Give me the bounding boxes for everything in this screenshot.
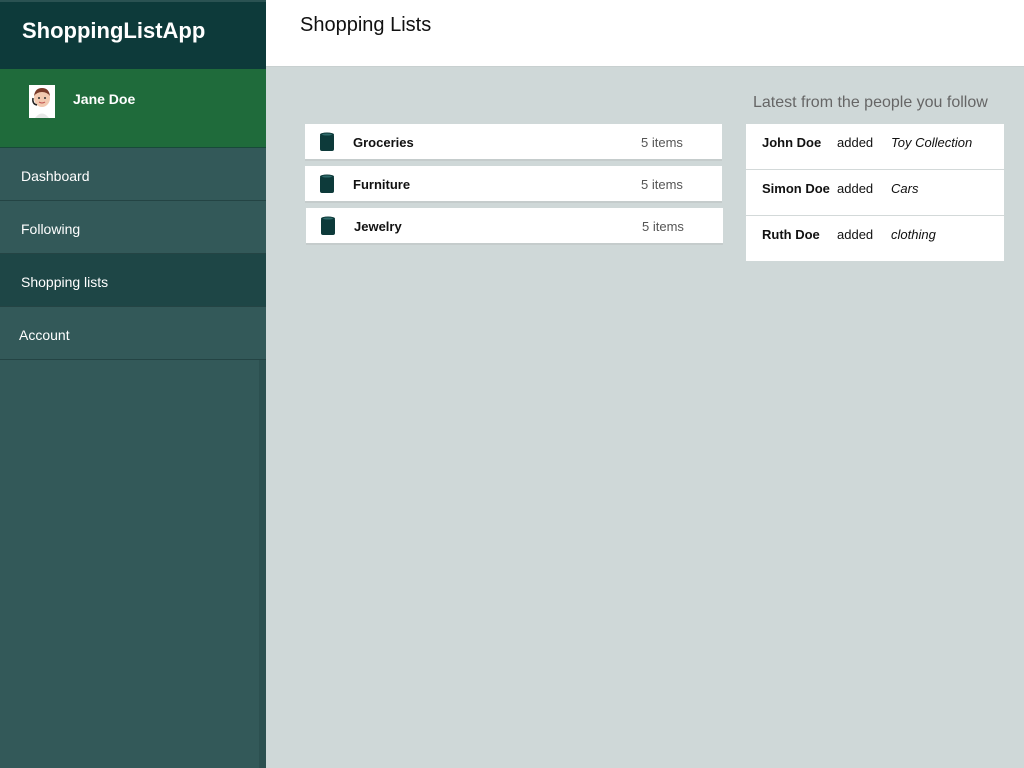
feed-heading: Latest from the people you follow — [753, 94, 988, 111]
shopping-list-row[interactable]: Furniture 5 items — [305, 166, 722, 203]
list-item-count: 5 items — [641, 177, 683, 192]
list-name[interactable]: Jewelry — [354, 219, 402, 234]
sidebar-item-account[interactable]: Account — [0, 307, 266, 360]
list-name[interactable]: Furniture — [353, 177, 410, 192]
sidebar: ShoppingListApp Jane Doe Dashboard Follo… — [0, 0, 266, 768]
list-name[interactable]: Groceries — [353, 135, 414, 150]
brand-header: ShoppingListApp — [0, 0, 266, 69]
user-avatar-icon — [29, 85, 55, 118]
sidebar-item-label: Following — [21, 221, 81, 237]
trash-can-icon[interactable] — [320, 174, 334, 200]
feed-item: John Doe added Toy Collection — [746, 124, 1004, 170]
activity-feed: John Doe added Toy Collection Simon Doe … — [746, 124, 1004, 261]
user-panel: Jane Doe — [0, 69, 266, 148]
user-name[interactable]: Jane Doe — [73, 91, 135, 107]
sidebar-item-dashboard[interactable]: Dashboard — [0, 148, 266, 201]
feed-list-name[interactable]: Toy Collection — [891, 135, 972, 150]
sidebar-item-label: Shopping lists — [21, 274, 109, 290]
feed-item: Ruth Doe added clothing — [746, 216, 1004, 261]
sidebar-item-label: Account — [19, 327, 70, 343]
feed-user-name[interactable]: Simon Doe — [762, 181, 830, 196]
sidebar-item-label: Dashboard — [21, 168, 90, 184]
list-item-count: 5 items — [642, 219, 684, 234]
page-title: Shopping Lists — [300, 14, 432, 36]
feed-item: Simon Doe added Cars — [746, 170, 1004, 216]
feed-list-name[interactable]: Cars — [891, 181, 918, 196]
sidebar-item-shopping-lists[interactable]: Shopping lists — [0, 254, 266, 307]
feed-action: added — [837, 135, 874, 150]
trash-can-icon[interactable] — [321, 216, 335, 242]
shopping-list-row[interactable]: Groceries 5 items — [305, 124, 722, 161]
top-bar: Shopping Lists — [266, 0, 1024, 67]
list-item-count: 5 items — [641, 135, 683, 150]
feed-user-name[interactable]: John Doe — [762, 135, 821, 150]
app-title[interactable]: ShoppingListApp — [22, 18, 205, 44]
avatar[interactable] — [29, 85, 55, 118]
feed-list-name[interactable]: clothing — [891, 227, 936, 242]
shopping-list-row[interactable]: Jewelry 5 items — [306, 208, 723, 245]
sidebar-item-following[interactable]: Following — [0, 201, 266, 254]
feed-user-name[interactable]: Ruth Doe — [762, 227, 820, 242]
sidebar-edge — [259, 360, 266, 768]
feed-action: added — [837, 227, 874, 242]
trash-can-icon[interactable] — [320, 132, 334, 158]
feed-action: added — [837, 181, 874, 196]
